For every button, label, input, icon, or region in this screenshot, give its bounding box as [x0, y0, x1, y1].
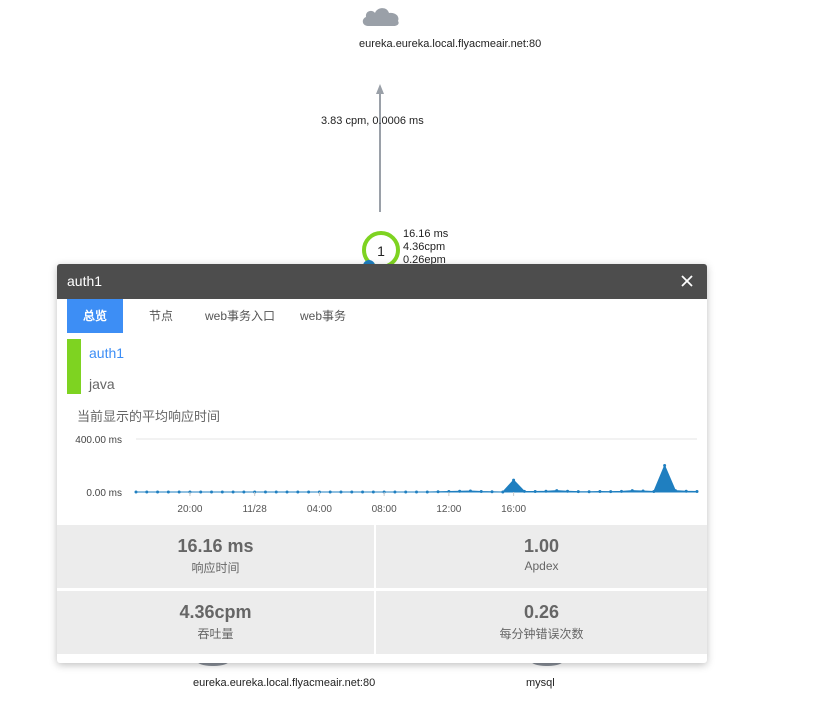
tab-nodes[interactable]: 节点 [137, 299, 185, 333]
chart-data-point [663, 464, 667, 467]
stat-response-time: 16.16 ms 响应时间 [57, 525, 374, 588]
chart-data-point [619, 489, 623, 493]
chart-data-point [371, 490, 375, 494]
bottom-service-host[interactable]: eureka.eureka.local.flyacmeair.net:80 [193, 677, 375, 689]
chart-data-point [404, 490, 408, 494]
stat-label: 每分钟错误次数 [499, 627, 584, 641]
chart-data-point [512, 478, 516, 482]
chart-data-point [242, 490, 246, 494]
chart-data-point [134, 490, 138, 494]
chart-data-point [630, 489, 634, 493]
node-count: 1 [377, 243, 385, 259]
chart-data-point [220, 490, 224, 494]
chart-x-tick-label: 04:00 [307, 504, 332, 515]
chart-series-area [136, 464, 698, 493]
close-icon[interactable] [679, 273, 695, 289]
stat-value: 1.00 [523, 536, 560, 556]
chart-data-point [522, 489, 526, 493]
chart-data-point [544, 489, 548, 493]
tab-overview[interactable]: 总览 [67, 299, 123, 333]
chart-y-tick-label: 0.00 ms [86, 488, 122, 499]
app-name-link[interactable]: auth1 [89, 345, 124, 361]
chart-data-point [609, 490, 613, 494]
node-detail-panel: auth1 总览 节点 web事务入口 web事务 auth1 java 当前显… [57, 264, 707, 663]
chart-data-point [468, 489, 472, 493]
response-time-chart[interactable]: 400.00 ms 0.00 ms 20:00 11/28 04:00 08:00 12:0… [57, 424, 707, 524]
chart-y-tick-label: 400.00 ms [75, 435, 122, 446]
chart-data-point [684, 489, 688, 493]
chart-data-point [166, 490, 170, 494]
tab-web-transactions[interactable]: web事务 [297, 299, 349, 333]
stat-label: 吞吐量 [197, 627, 234, 641]
chart-data-point [145, 490, 149, 494]
chart-data-point [533, 489, 537, 493]
chart-data-point [479, 489, 483, 493]
stat-throughput: 4.36cpm 吞吐量 [57, 591, 374, 654]
chart-data-point [199, 490, 203, 494]
chart-data-point [328, 490, 332, 494]
chart-x-tick-label: 08:00 [372, 504, 397, 515]
chart-data-point [436, 490, 440, 494]
chart-data-point [555, 489, 559, 493]
chart-data-point [361, 490, 365, 494]
chart-data-point [350, 490, 354, 494]
chart-data-point [285, 490, 289, 494]
chart-data-point [695, 489, 699, 493]
chart-x-tick-label: 20:00 [177, 504, 202, 515]
chart-data-point [425, 490, 429, 494]
stat-value: 16.16 ms [177, 536, 254, 556]
chart-data-point [490, 490, 494, 494]
node-throughput: 4.36cpm [403, 241, 446, 253]
chart-x-tick-label: 11/28 [243, 504, 268, 515]
chart-data-point [576, 490, 580, 494]
chart-x-tick-label: 12:00 [436, 504, 461, 515]
stat-label: Apdex [524, 559, 559, 573]
chart-data-point [156, 490, 160, 494]
edge-label: 3.83 cpm, 0.0006 ms [321, 115, 424, 127]
chart-data-point [566, 489, 570, 493]
chart-data-point [177, 490, 181, 494]
chart-data-point [274, 490, 278, 494]
chart-data-point [673, 489, 677, 493]
tab-web-transaction-entry[interactable]: web事务入口 [197, 299, 283, 333]
chart-data-point [296, 490, 300, 494]
edge-arrow[interactable] [370, 80, 390, 216]
chart-data-point [641, 489, 645, 493]
chart-x-tick-label: 16:00 [501, 504, 526, 515]
chart-data-point [231, 490, 235, 494]
stat-errors-per-minute: 0.26 每分钟错误次数 [376, 591, 707, 654]
app-node[interactable]: 1 [355, 228, 403, 268]
panel-header: auth1 [57, 264, 707, 299]
cloud-icon [362, 8, 399, 26]
panel-title: auth1 [67, 273, 103, 289]
chart-data-point [501, 490, 505, 494]
node-response-time: 16.16 ms [403, 228, 449, 240]
chart-data-point [339, 490, 343, 494]
app-status-bar [67, 339, 81, 394]
chart-data-point [263, 490, 267, 494]
stats-grid: 16.16 ms 响应时间 1.00 Apdex 4.36cpm 吞吐量 0.2… [57, 525, 707, 655]
chart-data-point [652, 489, 656, 493]
chart-data-point [307, 490, 311, 494]
stat-apdex: 1.00 Apdex [376, 525, 707, 588]
chart-data-point [210, 490, 214, 494]
bottom-service-mysql[interactable]: mysql [526, 677, 555, 689]
stat-value: 4.36cpm [179, 602, 252, 622]
chart-data-point [587, 490, 591, 494]
stat-value: 0.26 [523, 602, 560, 622]
chart-heading: 当前显示的平均响应时间 [77, 409, 221, 424]
chart-data-point [598, 489, 602, 493]
app-language: java [89, 376, 115, 392]
chart-data-point [458, 489, 462, 493]
chart-data-point [393, 490, 397, 494]
stat-label: 响应时间 [191, 561, 240, 575]
chart-data-point [415, 490, 418, 494]
top-service-host[interactable]: eureka.eureka.local.flyacmeair.net:80 [359, 38, 541, 50]
